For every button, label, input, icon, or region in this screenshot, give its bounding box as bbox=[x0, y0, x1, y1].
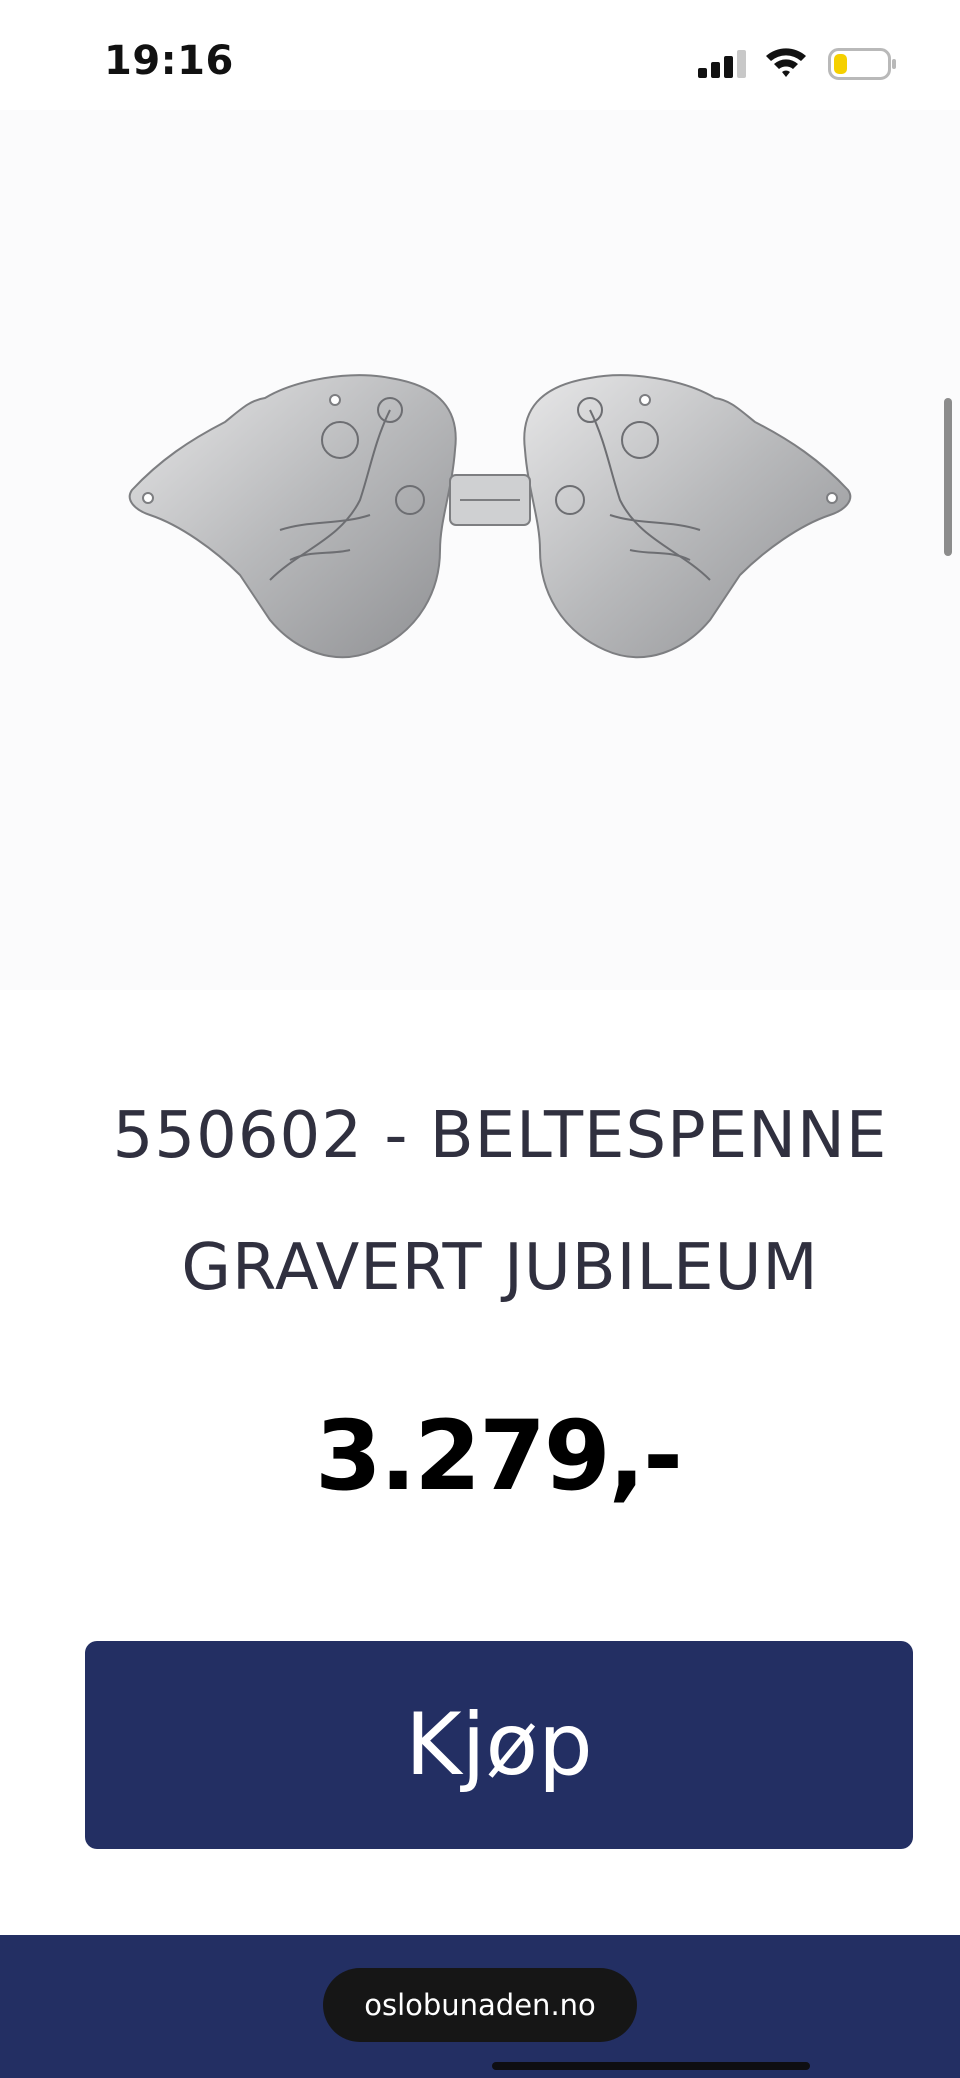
battery-low-icon bbox=[828, 48, 896, 80]
browser-url-text: oslobunaden.no bbox=[364, 1988, 596, 2022]
home-indicator[interactable] bbox=[492, 2062, 810, 2070]
browser-url-bar[interactable]: oslobunaden.no bbox=[323, 1968, 637, 2042]
status-bar: 19:16 bbox=[0, 0, 960, 110]
product-title: 550602 - BELTESPENNE GRAVERT JUBILEUM bbox=[60, 1070, 940, 1334]
product-image[interactable] bbox=[120, 350, 860, 690]
cellular-signal-icon bbox=[698, 50, 746, 78]
scroll-indicator[interactable] bbox=[944, 398, 952, 556]
product-title-line1: 550602 - BELTESPENNE bbox=[112, 1099, 888, 1173]
product-title-line2: GRAVERT JUBILEUM bbox=[181, 1231, 819, 1305]
buy-button[interactable]: Kjøp bbox=[85, 1641, 913, 1849]
product-price: 3.279,- bbox=[315, 1400, 683, 1512]
status-time: 19:16 bbox=[104, 38, 234, 84]
product-image-area bbox=[0, 110, 960, 990]
wifi-icon bbox=[766, 48, 806, 77]
